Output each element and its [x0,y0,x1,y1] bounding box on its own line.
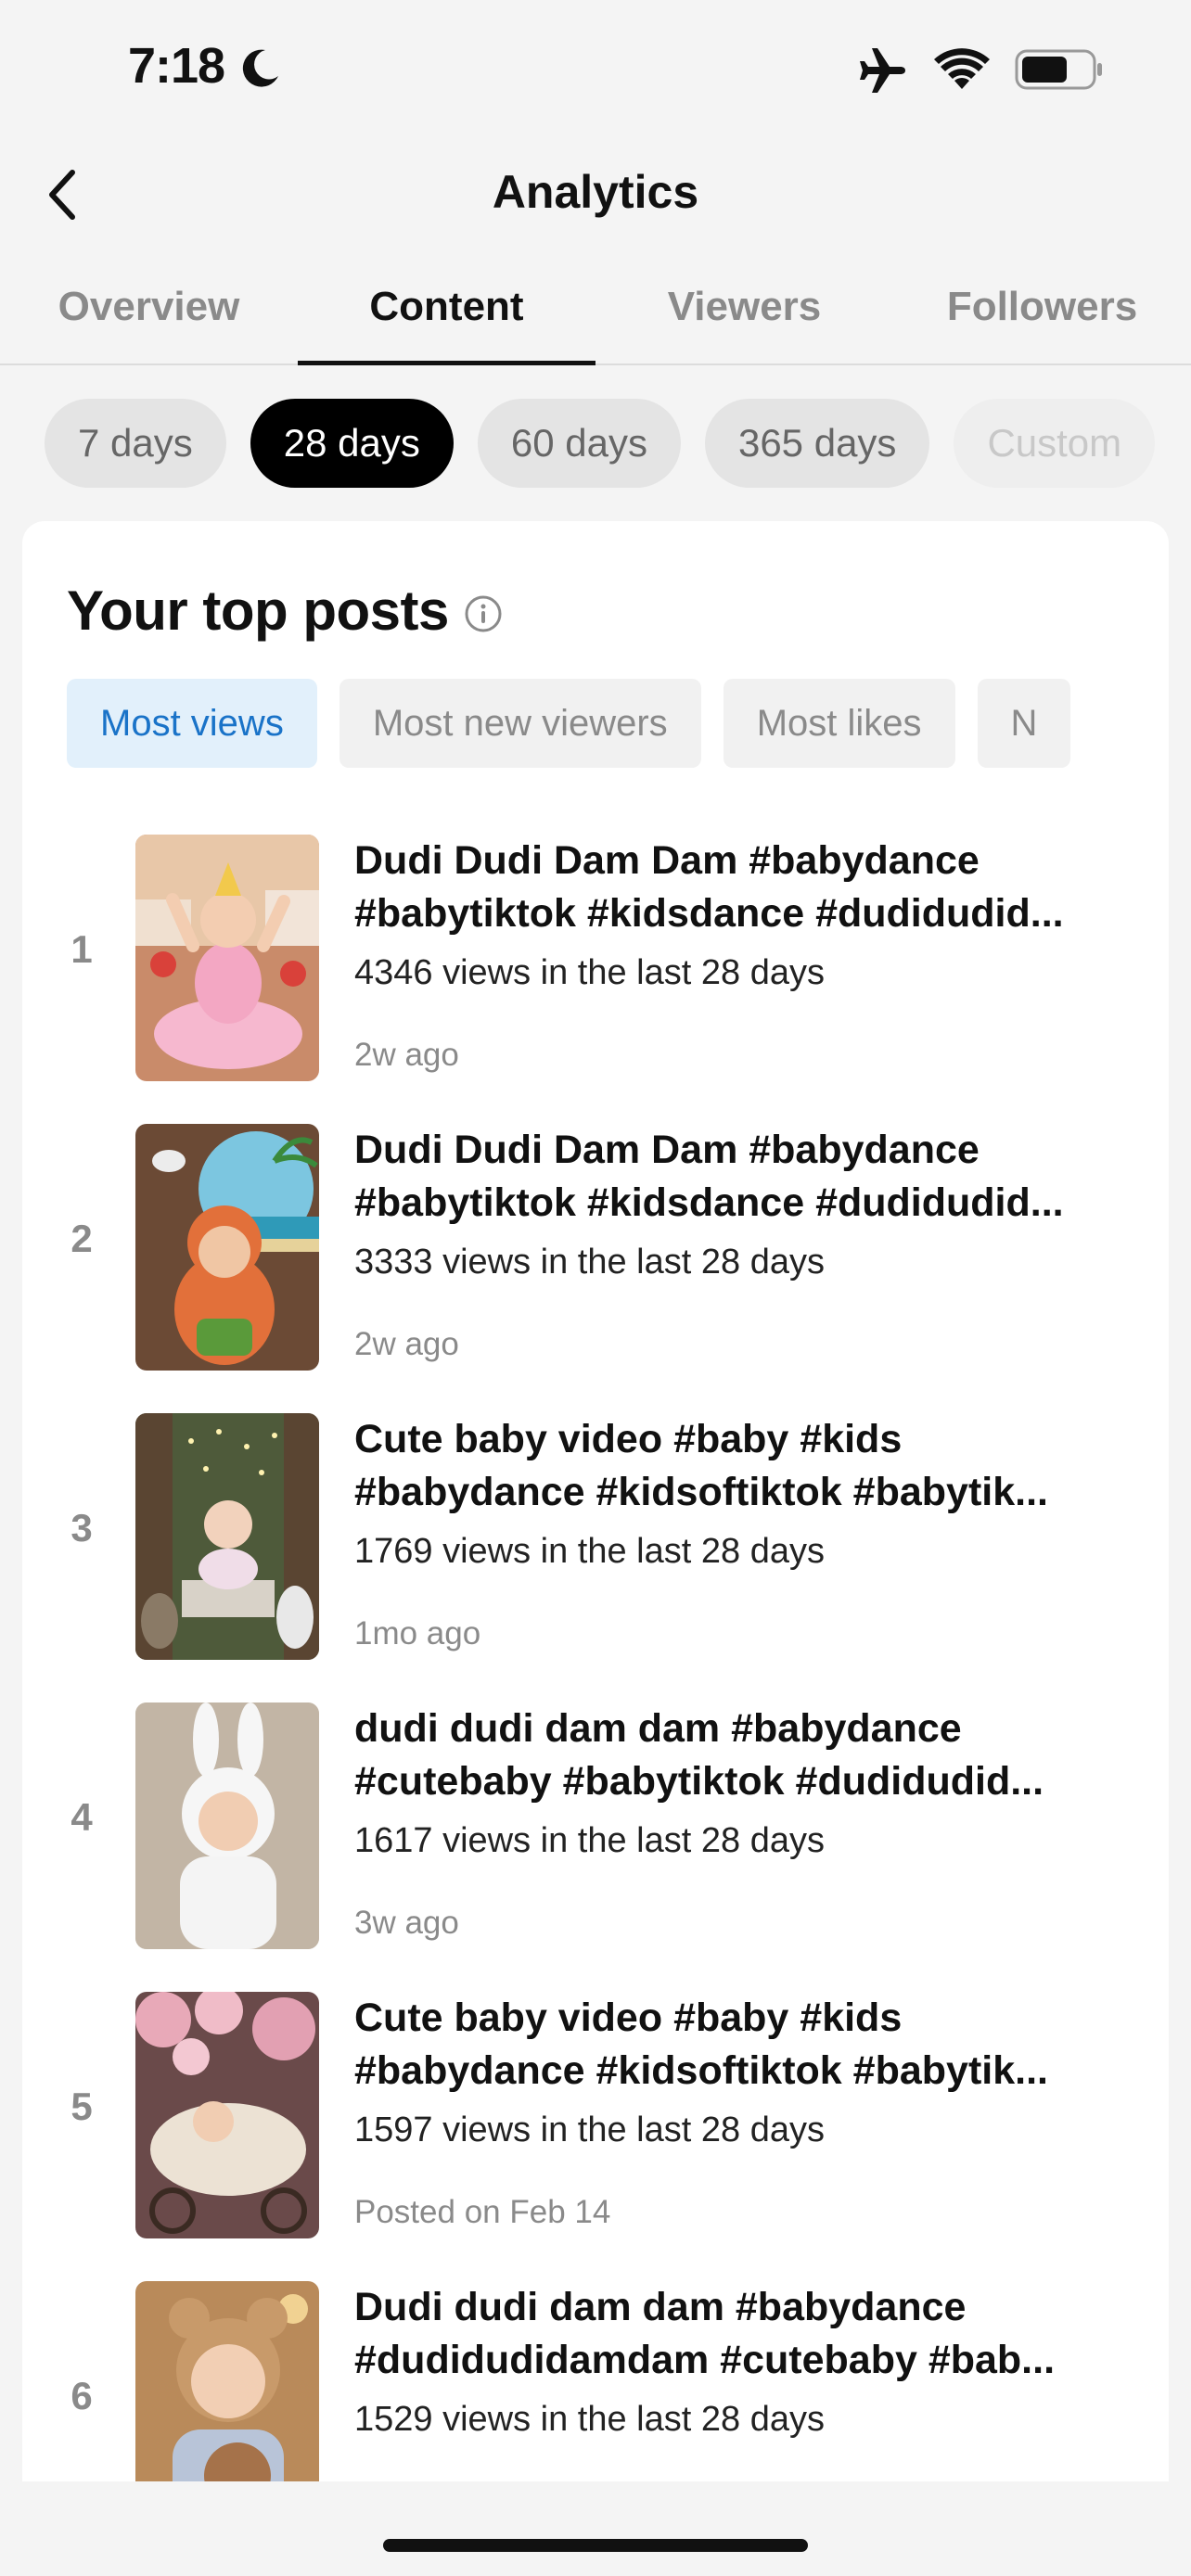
analytics-screen: 7:18 Analytics Overview Content Viewers … [0,0,1191,2576]
post-thumbnail[interactable] [135,835,319,1081]
status-time: 7:18 [128,38,225,94]
post-title-line: #babytiktok #kidsdance #dudidudid... [354,891,1064,936]
post-views: 1597 views in the last 28 days [354,2111,825,2149]
bottom-safe-area [0,2481,1191,2576]
post-views: 1617 views in the last 28 days [354,1821,825,1860]
post-title: Dudi dudi dam dam #babydance #dudidudida… [354,2281,1133,2387]
status-bar: 7:18 [0,0,1191,139]
post-title-line: dudi dudi dam dam #babydance [354,1706,962,1751]
post-title-line: Dudi Dudi Dam Dam #babydance [354,1128,980,1172]
post-title: dudi dudi dam dam #babydance #cutebaby #… [354,1702,1133,1808]
post-rank: 2 [70,1217,93,1260]
post-title-line: Cute baby video #baby #kids [354,1417,903,1461]
post-views: 3333 views in the last 28 days [354,1243,825,1282]
tab-followers[interactable]: Followers [893,260,1191,363]
post-title-line: Dudi Dudi Dam Dam #babydance [354,838,980,883]
post-title: Dudi Dudi Dam Dam #babydance #babytiktok… [354,1124,1133,1230]
top-posts-card: Your top posts Most views Most new viewe… [22,521,1169,2576]
range-28-days-chip[interactable]: 28 days [250,399,454,488]
post-title-line: Dudi dudi dam dam #babydance [354,2285,967,2329]
post-title-line: #babydance #kidsoftiktok #babytik... [354,2048,1048,2093]
filter-most-views[interactable]: Most views [67,679,317,768]
post-item[interactable]: 1 Dudi Dudi Dam Dam #babydance #babytikt… [22,835,1169,1081]
post-item[interactable]: 4 dudi dudi dam dam #babydance #cutebaby… [22,1702,1169,1949]
tab-viewers[interactable]: Viewers [596,260,893,363]
airplane-icon [860,48,905,93]
post-views: 1529 views in the last 28 days [354,2400,825,2439]
range-7-days-chip[interactable]: 7 days [45,399,226,488]
date-range-selector: 7 days 28 days 60 days 365 days Custom [45,399,1169,488]
post-age: 3w ago [354,1905,459,1941]
post-thumbnail[interactable] [135,1413,319,1660]
post-thumbnail[interactable] [135,1702,319,1949]
post-views: 4346 views in the last 28 days [354,953,825,992]
post-title: Cute baby video #baby #kids #babydance #… [354,1992,1133,2098]
post-age: Posted on Feb 14 [354,2194,611,2230]
range-365-days-chip[interactable]: 365 days [704,399,930,488]
range-60-days-chip[interactable]: 60 days [477,399,681,488]
post-title: Cute baby video #baby #kids #babydance #… [354,1413,1133,1519]
top-posts-header: Your top posts [67,579,503,643]
post-item[interactable]: 3 Cute baby video #baby #kids #babydance… [22,1413,1169,1660]
wifi-icon [934,48,990,89]
tab-overview[interactable]: Overview [0,260,298,363]
post-rank: 3 [70,1506,93,1549]
filter-most-likes[interactable]: Most likes [723,679,955,768]
range-custom-chip[interactable]: Custom [954,399,1156,488]
post-rank: 5 [70,2085,93,2128]
post-age: 2w ago [354,1037,459,1073]
sort-filter-row: Most views Most new viewers Most likes N [67,679,1148,768]
filter-most-new-viewers[interactable]: Most new viewers [339,679,701,768]
moon-icon [242,49,278,87]
post-rank: 1 [70,927,93,971]
post-views: 1769 views in the last 28 days [354,1532,825,1571]
post-thumbnail[interactable] [135,1992,319,2238]
post-title-line: #dudidudidamdam #cutebaby #bab... [354,2338,1056,2382]
post-rank: 4 [70,1795,93,1839]
filter-next[interactable]: N [977,679,1071,768]
post-age: 2w ago [354,1326,459,1362]
post-title-line: Cute baby video #baby #kids [354,1996,903,2040]
info-icon[interactable] [464,594,503,633]
post-title-line: #babydance #kidsoftiktok #babytik... [354,1470,1048,1514]
battery-icon [1015,49,1102,90]
tab-bar: Overview Content Viewers Followers [0,260,1191,365]
post-title: Dudi Dudi Dam Dam #babydance #babytiktok… [354,835,1133,940]
post-age: 1mo ago [354,1615,481,1651]
page-title: Analytics [492,166,699,218]
post-thumbnail[interactable] [135,1124,319,1371]
home-indicator[interactable] [383,2539,808,2552]
post-item[interactable]: 2 Dudi Dudi Dam Dam #babydance #babytikt… [22,1124,1169,1371]
post-title-line: #cutebaby #babytiktok #dudidudid... [354,1759,1044,1804]
post-rank: 6 [70,2374,93,2417]
nav-bar: Analytics [0,148,1191,241]
top-posts-title: Your top posts [67,580,449,642]
post-title-line: #babytiktok #kidsdance #dudidudid... [354,1180,1064,1225]
tab-content[interactable]: Content [298,260,596,365]
post-item[interactable]: 5 Cute baby video #baby #kids #babydance… [22,1992,1169,2238]
